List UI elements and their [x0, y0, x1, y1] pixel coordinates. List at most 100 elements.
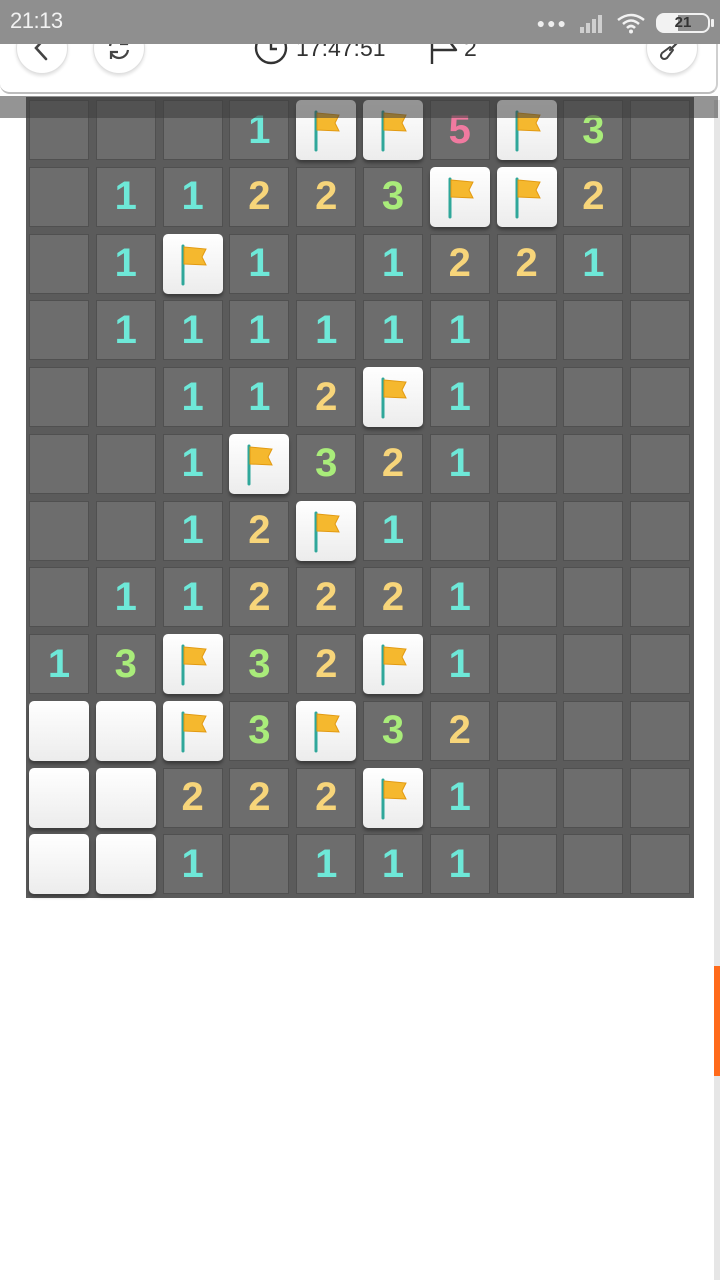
hidden-cell[interactable] — [496, 767, 557, 828]
flagged-cell[interactable] — [429, 166, 490, 227]
empty-cell[interactable] — [296, 233, 357, 294]
flagged-cell[interactable] — [229, 433, 290, 494]
number-cell[interactable]: 2 — [296, 367, 357, 427]
hidden-cell[interactable] — [630, 433, 691, 494]
number-cell[interactable]: 1 — [162, 567, 223, 628]
hidden-cell[interactable] — [630, 767, 691, 828]
hidden-cell[interactable] — [563, 367, 624, 427]
hidden-cell[interactable] — [630, 700, 691, 761]
blank-cell[interactable] — [95, 700, 156, 761]
hidden-cell[interactable] — [496, 300, 557, 361]
number-cell[interactable]: 1 — [429, 567, 490, 628]
number-cell[interactable]: 3 — [229, 634, 290, 694]
number-cell[interactable]: 2 — [296, 634, 357, 694]
number-cell[interactable]: 2 — [563, 166, 624, 227]
blank-cell[interactable] — [29, 767, 89, 828]
number-cell[interactable]: 1 — [563, 233, 624, 294]
number-cell[interactable]: 1 — [95, 300, 156, 361]
flagged-cell[interactable] — [296, 500, 357, 561]
hidden-cell[interactable] — [496, 433, 557, 494]
number-cell[interactable]: 2 — [229, 767, 290, 828]
hidden-cell[interactable] — [630, 166, 691, 227]
blank-cell[interactable] — [29, 834, 89, 895]
minesweeper-board[interactable]: 1 5 311223 21 11221111111112 11 32112 11… — [26, 97, 694, 898]
number-cell[interactable]: 2 — [363, 567, 423, 628]
number-cell[interactable]: 2 — [296, 767, 357, 828]
number-cell[interactable]: 1 — [429, 367, 490, 427]
number-cell[interactable]: 3 — [363, 166, 423, 227]
number-cell[interactable]: 1 — [363, 834, 423, 895]
number-cell[interactable]: 1 — [162, 834, 223, 895]
hidden-cell[interactable] — [95, 367, 156, 427]
number-cell[interactable]: 2 — [429, 700, 490, 761]
flagged-cell[interactable] — [162, 233, 223, 294]
hidden-cell[interactable] — [630, 500, 691, 561]
empty-cell[interactable] — [229, 834, 290, 895]
number-cell[interactable]: 1 — [162, 166, 223, 227]
number-cell[interactable]: 1 — [162, 500, 223, 561]
number-cell[interactable]: 1 — [29, 634, 89, 694]
number-cell[interactable]: 1 — [363, 300, 423, 361]
number-cell[interactable]: 1 — [229, 233, 290, 294]
scrollbar-thumb[interactable] — [714, 966, 720, 1076]
number-cell[interactable]: 3 — [229, 700, 290, 761]
flagged-cell[interactable] — [496, 166, 557, 227]
number-cell[interactable]: 2 — [162, 767, 223, 828]
hidden-cell[interactable] — [563, 500, 624, 561]
flagged-cell[interactable] — [162, 634, 223, 694]
hidden-cell[interactable] — [630, 233, 691, 294]
number-cell[interactable]: 2 — [296, 567, 357, 628]
hidden-cell[interactable] — [496, 500, 557, 561]
hidden-cell[interactable] — [29, 367, 89, 427]
number-cell[interactable]: 2 — [229, 567, 290, 628]
number-cell[interactable]: 1 — [95, 166, 156, 227]
blank-cell[interactable] — [95, 834, 156, 895]
hidden-cell[interactable] — [29, 500, 89, 561]
number-cell[interactable]: 1 — [363, 500, 423, 561]
number-cell[interactable]: 1 — [162, 367, 223, 427]
number-cell[interactable]: 1 — [296, 300, 357, 361]
number-cell[interactable]: 1 — [95, 567, 156, 628]
hidden-cell[interactable] — [630, 634, 691, 694]
hidden-cell[interactable] — [563, 634, 624, 694]
number-cell[interactable]: 2 — [363, 433, 423, 494]
number-cell[interactable]: 1 — [162, 300, 223, 361]
number-cell[interactable]: 2 — [229, 166, 290, 227]
hidden-cell[interactable] — [563, 834, 624, 895]
hidden-cell[interactable] — [496, 634, 557, 694]
scrollbar-track[interactable] — [714, 100, 720, 1280]
hidden-cell[interactable] — [95, 500, 156, 561]
number-cell[interactable]: 1 — [162, 433, 223, 494]
hidden-cell[interactable] — [630, 567, 691, 628]
hidden-cell[interactable] — [563, 700, 624, 761]
number-cell[interactable]: 1 — [429, 634, 490, 694]
blank-cell[interactable] — [29, 700, 89, 761]
hidden-cell[interactable] — [563, 767, 624, 828]
hidden-cell[interactable] — [29, 300, 89, 361]
hidden-cell[interactable] — [29, 433, 89, 494]
hidden-cell[interactable] — [563, 300, 624, 361]
blank-cell[interactable] — [95, 767, 156, 828]
number-cell[interactable]: 1 — [229, 300, 290, 361]
flagged-cell[interactable] — [296, 700, 357, 761]
number-cell[interactable]: 1 — [95, 233, 156, 294]
hidden-cell[interactable] — [496, 367, 557, 427]
hidden-cell[interactable] — [563, 567, 624, 628]
flagged-cell[interactable] — [363, 367, 423, 427]
number-cell[interactable]: 1 — [429, 767, 490, 828]
number-cell[interactable]: 1 — [429, 433, 490, 494]
flagged-cell[interactable] — [363, 634, 423, 694]
hidden-cell[interactable] — [563, 433, 624, 494]
number-cell[interactable]: 2 — [429, 233, 490, 294]
number-cell[interactable]: 1 — [229, 367, 290, 427]
number-cell[interactable]: 1 — [363, 233, 423, 294]
hidden-cell[interactable] — [496, 834, 557, 895]
number-cell[interactable]: 2 — [296, 166, 357, 227]
number-cell[interactable]: 2 — [496, 233, 557, 294]
hidden-cell[interactable] — [630, 367, 691, 427]
hidden-cell[interactable] — [29, 166, 89, 227]
number-cell[interactable]: 1 — [429, 834, 490, 895]
number-cell[interactable]: 1 — [429, 300, 490, 361]
number-cell[interactable]: 3 — [95, 634, 156, 694]
number-cell[interactable]: 1 — [296, 834, 357, 895]
